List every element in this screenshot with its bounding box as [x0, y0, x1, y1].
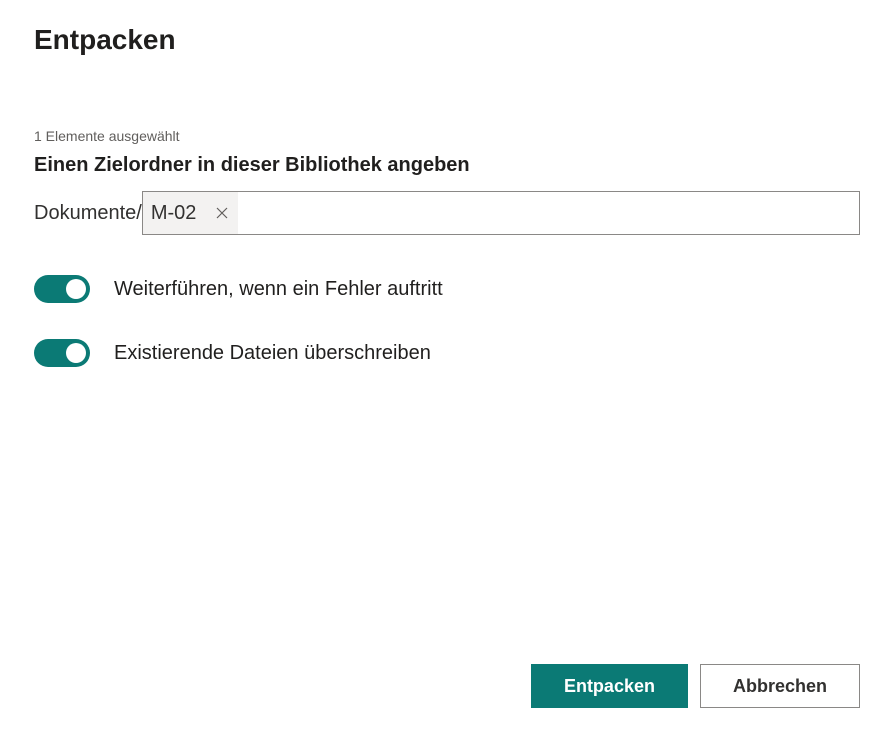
path-prefix: Dokumente/ [34, 202, 142, 225]
toggle-continue-on-error-row: Weiterführen, wenn ein Fehler auftritt [34, 275, 860, 303]
path-input-wrapper[interactable]: M-02 [142, 191, 860, 235]
toggle-knob [66, 279, 86, 299]
toggle-continue-on-error[interactable] [34, 275, 90, 303]
remove-path-chip-icon[interactable] [214, 205, 230, 221]
toggle-overwrite-existing-row: Existierende Dateien überschreiben [34, 339, 860, 367]
path-chip-text: M-02 [151, 202, 197, 225]
toggle-continue-on-error-label: Weiterführen, wenn ein Fehler auftritt [114, 278, 443, 301]
path-input[interactable] [238, 192, 859, 234]
path-chip: M-02 [143, 192, 239, 234]
selection-count: 1 Elemente ausgewählt [34, 128, 860, 144]
toggle-overwrite-existing-label: Existierende Dateien überschreiben [114, 342, 431, 365]
path-row: Dokumente/ M-02 [34, 191, 860, 235]
unpack-button[interactable]: Entpacken [531, 664, 688, 708]
cancel-button[interactable]: Abbrechen [700, 664, 860, 708]
toggle-overwrite-existing[interactable] [34, 339, 90, 367]
toggle-knob [66, 343, 86, 363]
target-folder-label: Einen Zielordner in dieser Bibliothek an… [34, 154, 860, 177]
button-row: Entpacken Abbrechen [531, 664, 860, 708]
dialog-title: Entpacken [34, 24, 860, 56]
